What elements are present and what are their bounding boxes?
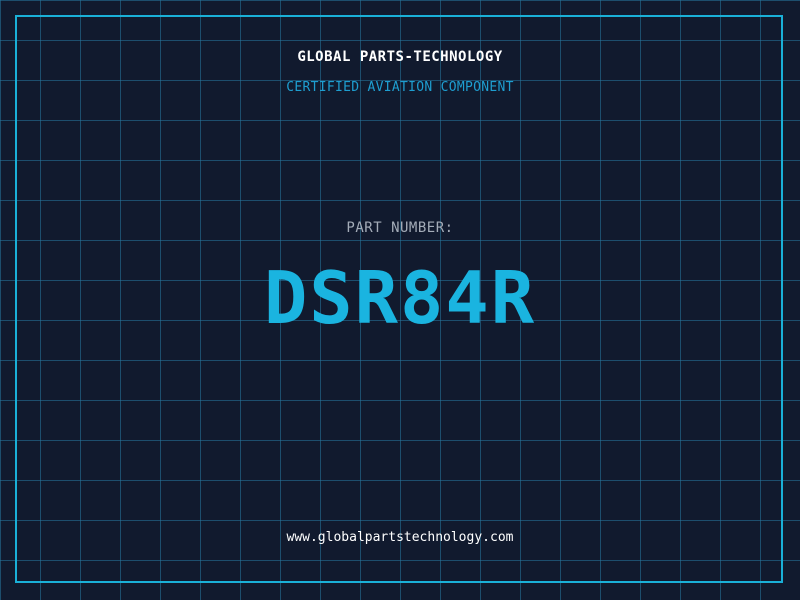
company-name: GLOBAL PARTS-TECHNOLOGY — [297, 49, 503, 65]
part-label-card: GLOBAL PARTS-TECHNOLOGY CERTIFIED AVIATI… — [0, 0, 800, 600]
part-number-value: DSR84R — [263, 256, 537, 340]
website-url: www.globalpartstechnology.com — [286, 530, 514, 545]
certification-subtitle: CERTIFIED AVIATION COMPONENT — [286, 80, 514, 95]
part-number-label: PART NUMBER: — [346, 220, 454, 236]
